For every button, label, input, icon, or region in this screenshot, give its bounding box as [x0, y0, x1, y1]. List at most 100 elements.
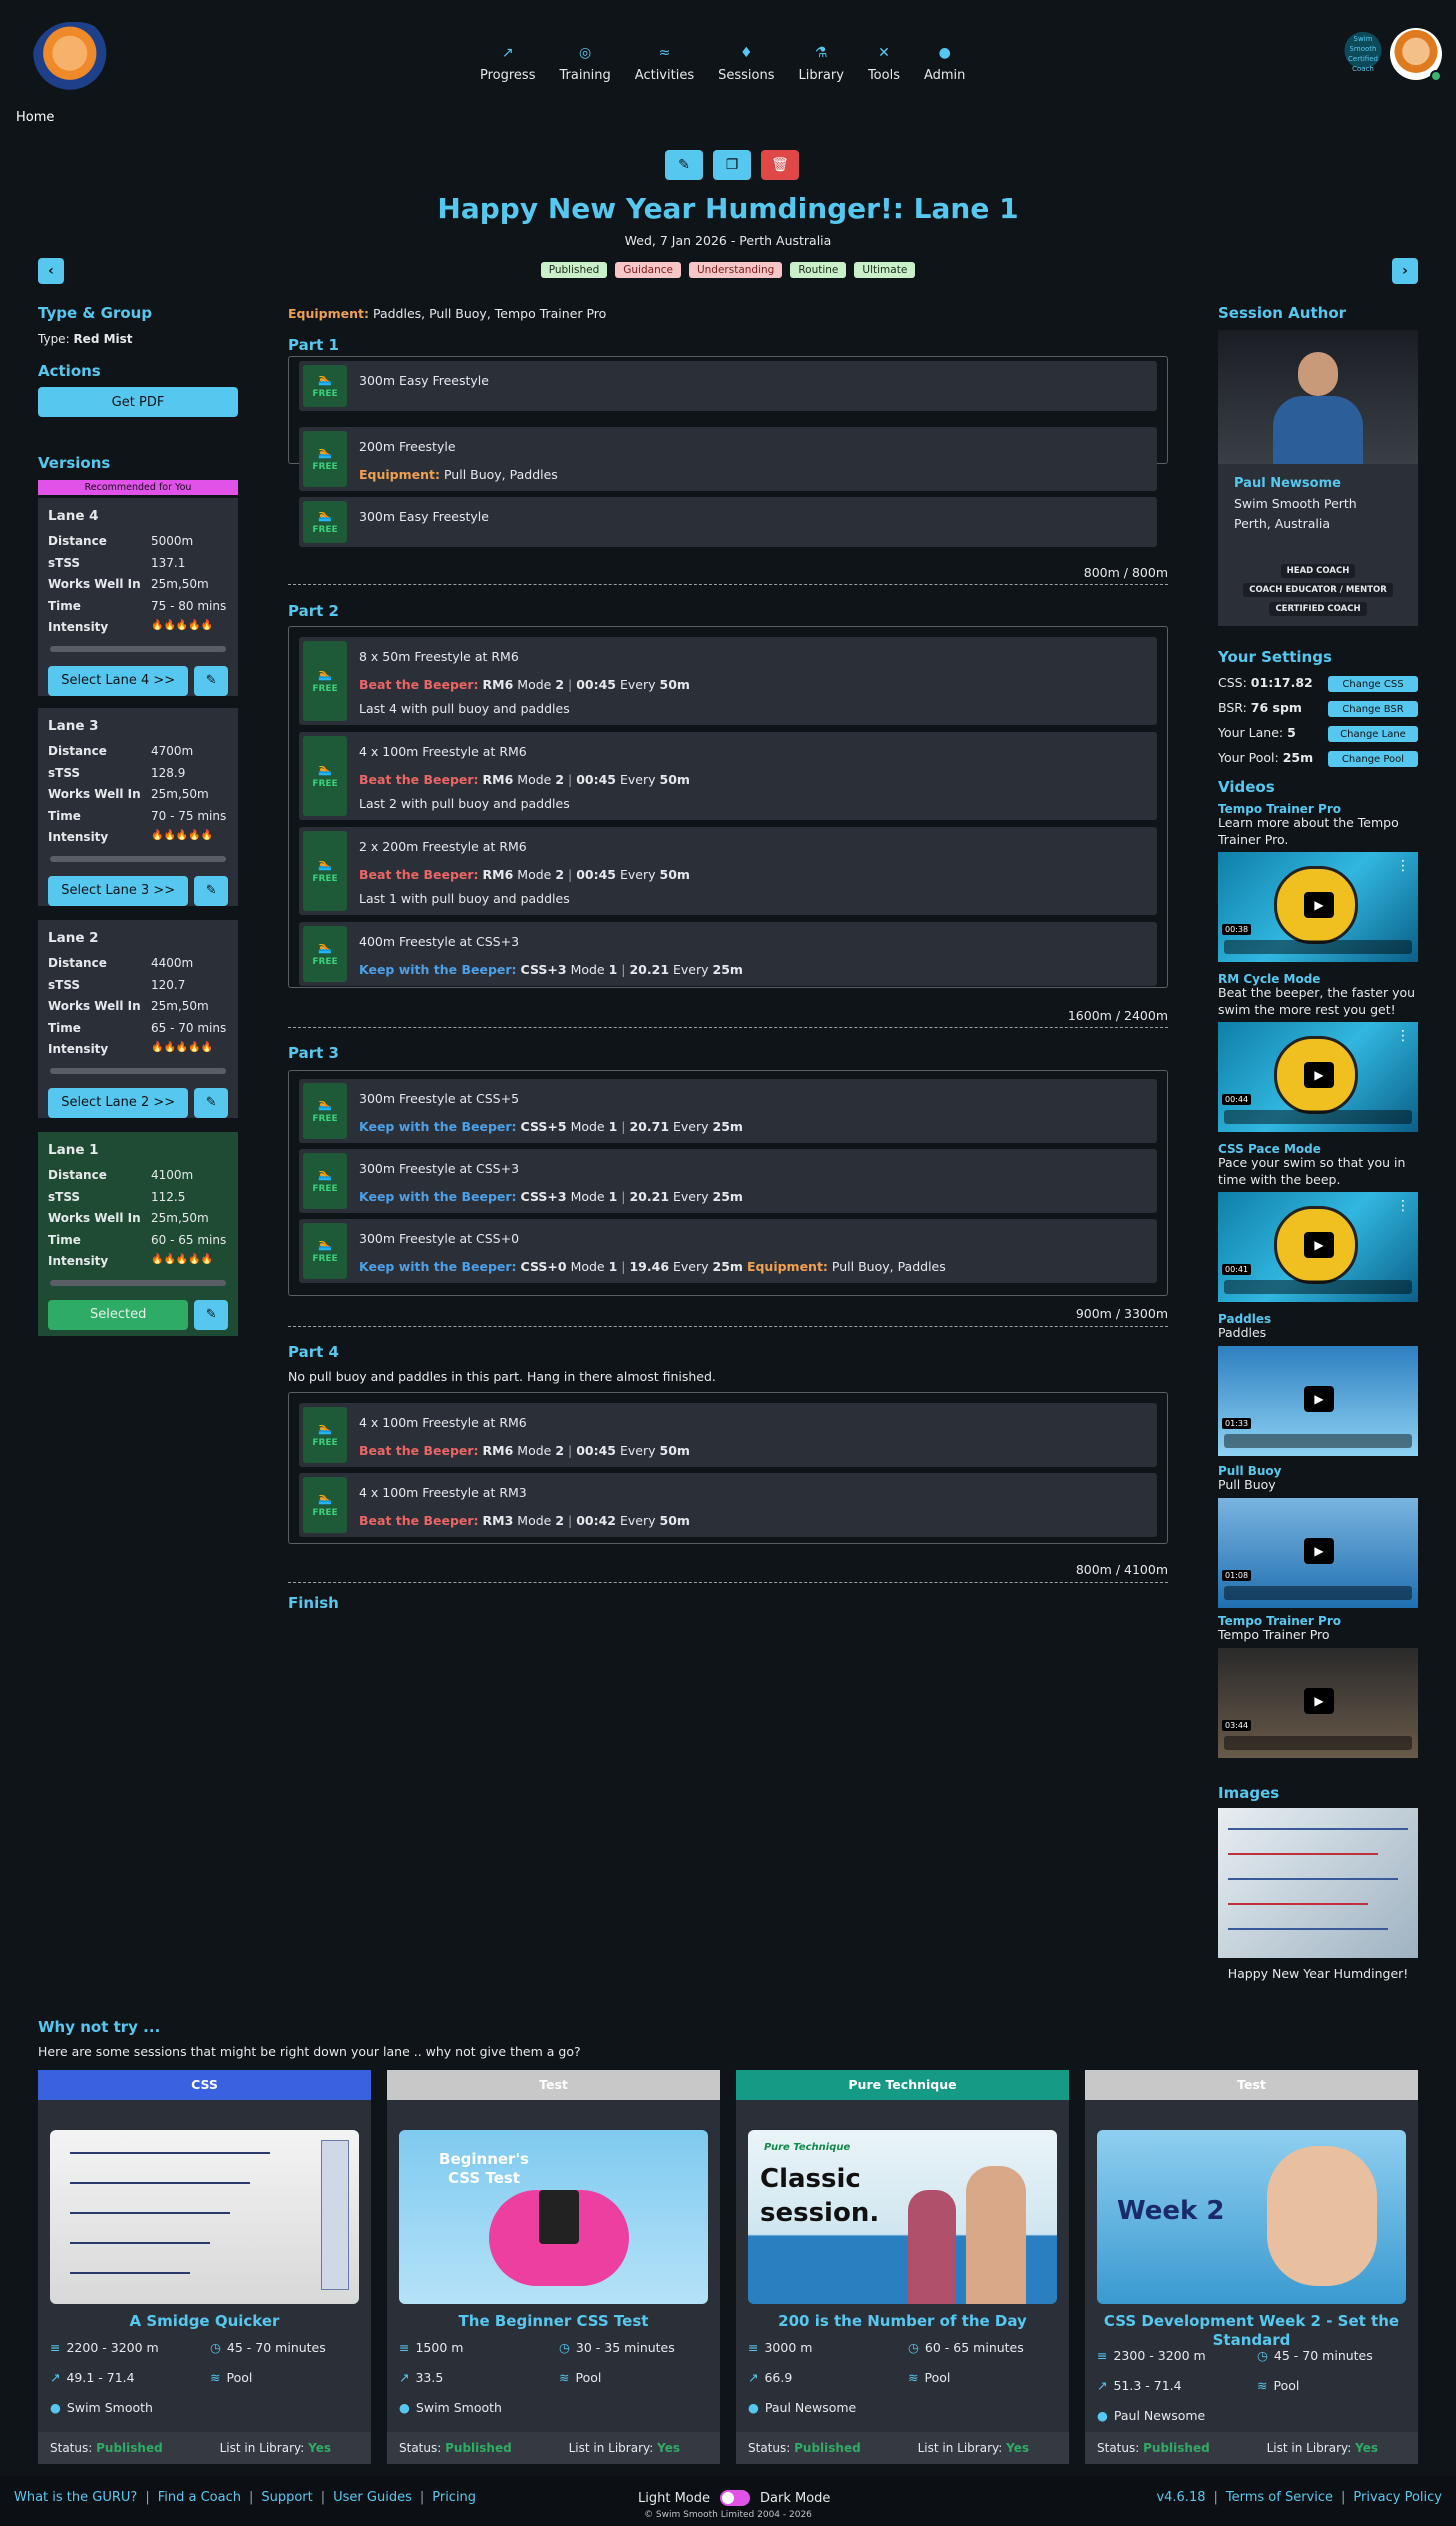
lane-row-label: Intensity — [48, 1042, 109, 1056]
every-distance: 50m — [659, 867, 690, 882]
session-card[interactable]: Test Beginner's CSS Test The Beginner CSS … — [387, 2070, 720, 2464]
play-icon[interactable]: ▶ — [1304, 892, 1334, 918]
type-value: Red Mist — [73, 332, 133, 346]
breadcrumb-home[interactable]: Home — [16, 110, 54, 125]
free-style-badge: 🏊 FREE — [303, 1223, 347, 1279]
tag-routine[interactable]: Routine — [790, 262, 847, 278]
user-icon: ● — [1097, 2408, 1108, 2423]
card-title[interactable]: A Smidge Quicker — [50, 2312, 359, 2331]
card-tss: ↗ 49.1 - 71.4 — [50, 2370, 135, 2385]
pool-icon: ≋ — [210, 2370, 221, 2385]
lane-row-label: sTSS — [48, 1189, 81, 1204]
change-pool-button[interactable]: Change Pool — [1328, 751, 1418, 767]
part-total: 800m / 800m — [1083, 565, 1168, 580]
delete-button[interactable]: 🗑 — [761, 150, 799, 180]
play-icon[interactable]: ▶ — [1304, 1062, 1334, 1088]
lane-row-value: 25m,50m — [151, 999, 209, 1013]
author-name[interactable]: Paul Newsome — [1234, 476, 1341, 491]
nav-library[interactable]: ⚗ Library — [798, 44, 843, 83]
play-icon[interactable]: ▶ — [1304, 1386, 1334, 1412]
swimmer-icon: 🏊 — [318, 446, 332, 459]
part-note: No pull buoy and paddles in this part. H… — [288, 1369, 716, 1384]
card-title[interactable]: CSS Development Week 2 - Set the Standar… — [1097, 2312, 1406, 2350]
select-lane-button[interactable]: Selected — [48, 1299, 189, 1330]
video-player[interactable]: ▶ 01:08 — [1218, 1498, 1418, 1608]
card-image[interactable] — [50, 2130, 359, 2304]
lane-row-distance: Distance 4400m — [48, 956, 228, 978]
nav-training[interactable]: ◎ Training — [559, 44, 610, 83]
edit-lane-button[interactable]: ✎ — [194, 875, 228, 906]
footer-link-support[interactable]: Support — [261, 2490, 312, 2505]
guru-mascot-logo[interactable] — [32, 22, 116, 100]
footer-link-v4-6-18[interactable]: v4.6.18 — [1156, 2490, 1205, 2505]
pipe: | — [564, 867, 577, 882]
set-description: 300m Freestyle at CSS+5 — [359, 1091, 520, 1106]
card-author-value: Swim Smooth — [66, 2400, 153, 2415]
session-card[interactable]: CSS A Smidge Quicker ≡ 2200 - 3200 m ◷ 45 - 7… — [38, 2070, 371, 2464]
footer-link-terms-of-service[interactable]: Terms of Service — [1226, 2490, 1333, 2505]
nav-progress[interactable]: ↗ Progress — [480, 44, 535, 83]
mode-label: Mode — [517, 1513, 552, 1528]
author-photo — [1218, 330, 1418, 464]
nav-tools[interactable]: ✕ Tools — [868, 44, 900, 83]
video-player[interactable]: ▶ 01:33 — [1218, 1346, 1418, 1456]
lane-row-value: 4400m — [151, 956, 194, 970]
footer-link-pricing[interactable]: Pricing — [432, 2490, 476, 2505]
footer-link-what-is-the-guru[interactable]: What is the GURU? — [14, 2490, 137, 2505]
session-card[interactable]: Test Week 2 CSS Development Week 2 - Set t… — [1085, 2070, 1418, 2464]
video-player[interactable]: ▶ 00:41 ⋮ — [1218, 1192, 1418, 1302]
free-label: FREE — [312, 957, 338, 967]
copy-button[interactable]: ❐ — [713, 150, 751, 180]
tag-understanding[interactable]: Understanding — [688, 262, 783, 278]
play-icon[interactable]: ▶ — [1304, 1688, 1334, 1714]
change-css-button[interactable]: Change CSS — [1328, 676, 1418, 692]
video-player[interactable]: ▶ 00:38 ⋮ — [1218, 852, 1418, 962]
card-title[interactable]: 200 is the Number of the Day — [748, 2312, 1057, 2331]
card-image[interactable]: Beginner's CSS Test — [399, 2130, 708, 2304]
type-label: Type: — [38, 332, 70, 346]
lane-row-works: Works Well In 25m,50m — [48, 999, 228, 1021]
more-options-icon[interactable]: ⋮ — [1396, 858, 1410, 874]
tag-ultimate[interactable]: Ultimate — [854, 262, 916, 278]
session-card[interactable]: Pure Technique Pure Technique Classic sess… — [736, 2070, 1069, 2464]
nav-admin[interactable]: ● Admin — [924, 44, 965, 83]
flask-icon: ⚗ — [814, 45, 828, 61]
select-lane-button[interactable]: Select Lane 4 >> — [48, 665, 189, 696]
video-player[interactable]: ▶ 03:44 — [1218, 1648, 1418, 1758]
swimmer-icon: 🏊 — [318, 668, 332, 681]
edit-lane-button[interactable]: ✎ — [194, 1087, 228, 1118]
swimmer-male — [966, 2166, 1026, 2304]
author-badges: HEAD COACH COACH EDUCATOR / MENTOR CERTIFI… — [1218, 564, 1418, 616]
footer-link-privacy-policy[interactable]: Privacy Policy — [1353, 2490, 1442, 2505]
more-options-icon[interactable]: ⋮ — [1396, 1198, 1410, 1214]
whiteboard-image[interactable] — [1218, 1808, 1418, 1958]
video-player[interactable]: ▶ 00:44 ⋮ — [1218, 1022, 1418, 1132]
card-image[interactable]: Pure Technique Classic session. — [748, 2130, 1057, 2304]
more-options-icon[interactable]: ⋮ — [1396, 1028, 1410, 1044]
tag-published[interactable]: Published — [540, 262, 608, 278]
nav-activities[interactable]: ≈ Activities — [635, 44, 694, 83]
footer-link-find-a-coach[interactable]: Find a Coach — [158, 2490, 241, 2505]
card-title[interactable]: The Beginner CSS Test — [399, 2312, 708, 2331]
edit-lane-button[interactable]: ✎ — [194, 665, 228, 696]
select-lane-button[interactable]: Select Lane 3 >> — [48, 875, 189, 906]
wrench-icon: ✕ — [878, 45, 890, 61]
play-icon[interactable]: ▶ — [1304, 1232, 1334, 1258]
change-lane-button[interactable]: Change Lane — [1328, 726, 1418, 742]
beeper-pace: CSS+3 — [520, 962, 567, 977]
session-toolbar: ✎ ❐ 🗑 — [665, 150, 799, 180]
play-icon[interactable]: ▶ — [1304, 1538, 1334, 1564]
select-lane-button[interactable]: Select Lane 2 >> — [48, 1087, 189, 1118]
edit-button[interactable]: ✎ — [665, 150, 703, 180]
tag-guidance[interactable]: Guidance — [615, 262, 681, 278]
get-pdf-button[interactable]: Get PDF — [38, 387, 238, 417]
edit-lane-button[interactable]: ✎ — [194, 1299, 228, 1330]
card-image[interactable]: Week 2 — [1097, 2130, 1406, 2304]
change-bsr-button[interactable]: Change BSR — [1328, 701, 1418, 717]
beeper-pace: CSS+5 — [520, 1119, 567, 1134]
nav-sessions[interactable]: ♦ Sessions — [718, 44, 774, 83]
beeper-pace: RM6 — [482, 867, 514, 882]
theme-toggle[interactable] — [720, 2490, 750, 2506]
footer-link-user-guides[interactable]: User Guides — [333, 2490, 412, 2505]
part-1-heading: Part 1 — [288, 336, 339, 354]
